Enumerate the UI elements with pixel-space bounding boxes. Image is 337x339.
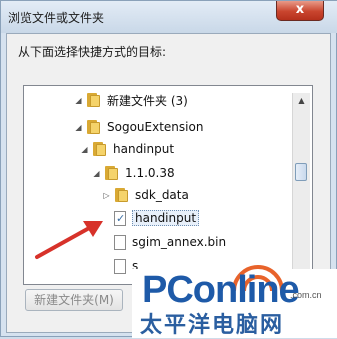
shortcut-file-icon: ✓ [114,210,126,226]
title-bar[interactable]: 浏览文件或文件夹 x [1,1,337,33]
folder-icon [86,120,102,134]
scroll-up-icon[interactable]: ▲ [294,93,309,108]
close-icon: x [295,2,305,17]
tree-row-sogouextension[interactable]: ◢ SogouExtension [74,116,203,138]
tree-row-label: SogouExtension [107,120,204,134]
folder-icon [114,188,130,202]
browse-dialog: 浏览文件或文件夹 x 从下面选择快捷方式的目标: ◢ 新建文件夹 (3) ◢ S… [0,0,337,338]
tree-row-label: sdk_data [135,188,189,202]
expander-icon[interactable]: ◢ [92,169,101,178]
pconline-watermark: PConline .com.cn 太平洋电脑网 [132,265,337,338]
tree-row-version[interactable]: ◢ 1.1.0.38 [92,162,175,184]
new-folder-button[interactable]: 新建文件夹(M) [25,289,123,311]
tree-row-sdk-data[interactable]: ▷ sdk_data [102,184,189,206]
close-button[interactable]: x [276,1,324,21]
tree-row-new-folder-3[interactable]: ◢ 新建文件夹 (3) [74,89,188,111]
expander-icon[interactable]: ◢ [80,145,89,154]
tree-scrollbar[interactable]: ▲ [292,93,310,282]
tree-row-sgim-annex[interactable]: sgim_annex.bin [114,231,226,253]
folder-icon [92,142,108,156]
tree-row-handinput-file[interactable]: ✓ handinput [114,207,200,229]
file-icon [114,258,126,274]
expander-icon[interactable]: ◢ [74,123,83,132]
folder-icon [86,93,102,107]
dialog-title: 浏览文件或文件夹 [8,11,105,25]
expander-icon[interactable]: ▷ [102,191,111,200]
tree-row-label: sgim_annex.bin [132,235,227,249]
check-icon: ✓ [116,211,126,225]
tree-row-label: 1.1.0.38 [125,166,175,180]
file-icon [114,234,126,250]
tree-row-label: 新建文件夹 (3) [107,93,188,108]
folder-icon [104,166,120,180]
expander-icon[interactable]: ◢ [74,96,83,105]
watermark-brand: PConline [142,269,300,311]
scroll-thumb[interactable] [295,163,307,181]
tree-row-handinput-folder[interactable]: ◢ handinput [80,138,174,160]
tree-row-label-selected: handinput [132,210,200,226]
watermark-domain: .com.cn [290,290,322,300]
prompt-label: 从下面选择快捷方式的目标: [18,45,167,59]
red-arrow-annotation [35,221,103,259]
watermark-chinese: 太平洋电脑网 [140,313,285,338]
tree-row-label: handinput [113,142,175,156]
